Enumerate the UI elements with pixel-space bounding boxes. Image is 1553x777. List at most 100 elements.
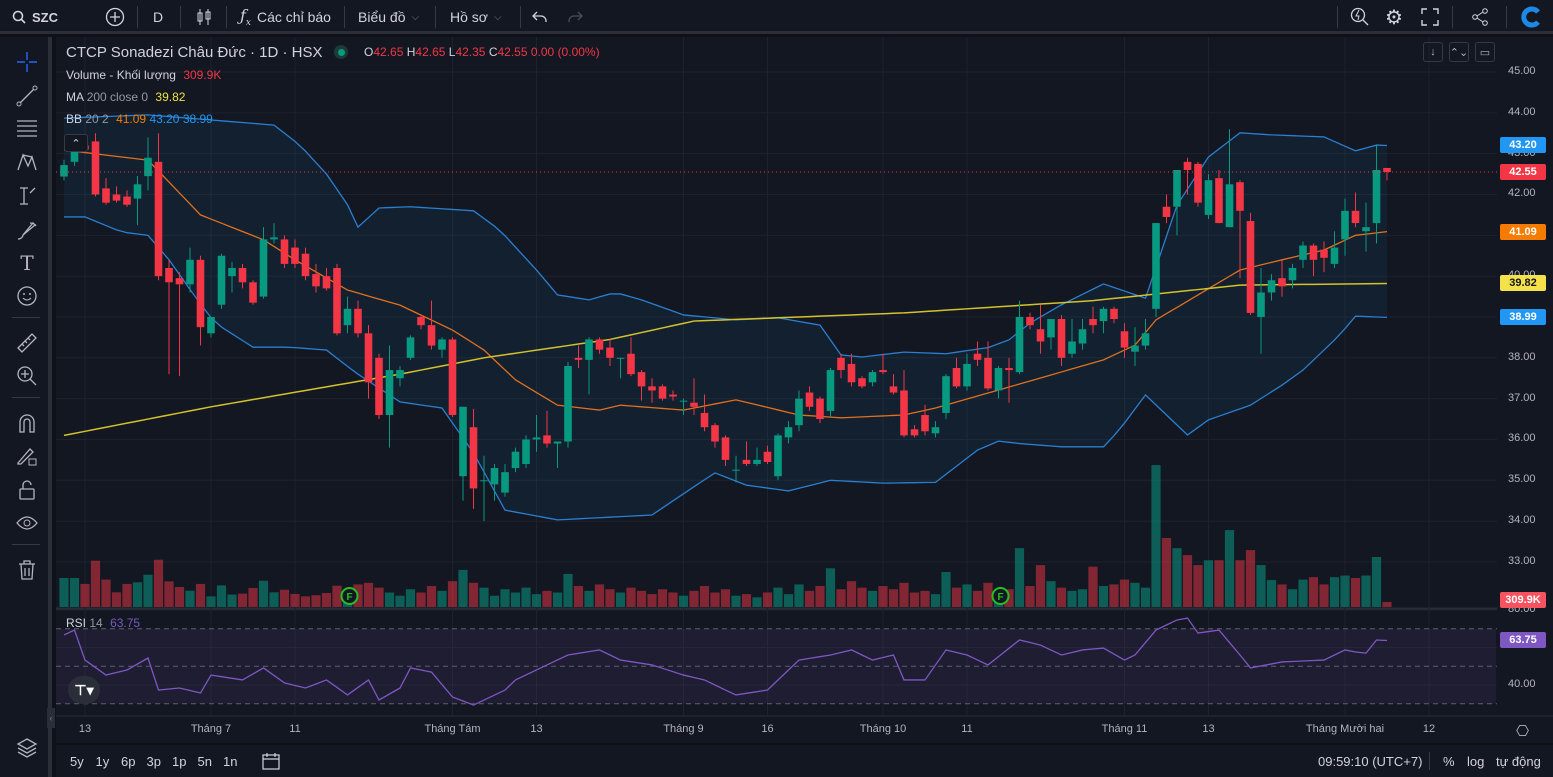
volume-bar xyxy=(300,596,311,607)
collapse-pane-button[interactable]: ⌃⌄ xyxy=(1449,42,1469,62)
candle-body xyxy=(994,368,1003,391)
candle-body xyxy=(322,276,331,289)
volume-bar xyxy=(248,587,258,607)
volume-bar xyxy=(710,592,720,607)
candle-body xyxy=(1047,319,1055,338)
time-tick-label: Tháng 10 xyxy=(859,723,907,735)
range-button-5y[interactable]: 5y xyxy=(70,754,84,769)
candle-body xyxy=(669,394,677,397)
candle-body xyxy=(238,267,247,283)
arrow-down-icon: ↓ xyxy=(1430,46,1436,58)
ma-params: 200 close 0 xyxy=(86,90,149,104)
range-button-6p[interactable]: 6p xyxy=(121,754,135,769)
market-status-indicator[interactable] xyxy=(334,45,348,59)
candle-body xyxy=(1225,184,1234,228)
volume-bar xyxy=(1329,577,1340,607)
volume-bar xyxy=(720,589,731,607)
close-label: C xyxy=(488,45,498,59)
candle-body xyxy=(648,386,656,391)
price-tick-label: 33.00 xyxy=(1508,554,1536,567)
candle-body xyxy=(1078,329,1087,344)
candle-body xyxy=(795,398,803,426)
collapse-legend-button[interactable]: ⌃ xyxy=(64,134,88,152)
range-button-3p[interactable]: 3p xyxy=(147,754,161,769)
volume-bar xyxy=(80,583,90,607)
bb-name: BB xyxy=(66,112,83,126)
maximize-pane-button[interactable]: ▭ xyxy=(1475,42,1495,62)
volume-bar xyxy=(689,590,699,607)
log-scale-toggle[interactable]: log xyxy=(1467,754,1484,769)
candle-body xyxy=(364,333,373,383)
bb-legend[interactable]: BB 20 2 41.09 43.20 38.99 xyxy=(66,112,213,126)
volume-bar xyxy=(1277,584,1287,607)
volume-bar xyxy=(521,587,531,607)
auto-scale-toggle[interactable]: tự động xyxy=(1496,754,1541,769)
axis-settings-button[interactable]: ⎔ xyxy=(1516,722,1529,740)
price-tick-label: 36.00 xyxy=(1508,432,1536,445)
candle-body xyxy=(154,161,163,277)
volume-bar xyxy=(1119,579,1130,607)
goto-date-button[interactable] xyxy=(261,751,281,774)
candle-body xyxy=(375,357,383,415)
candle-body xyxy=(1194,163,1202,203)
candle-body xyxy=(774,435,782,477)
candle-body xyxy=(910,429,919,436)
ma-value: 39.82 xyxy=(155,90,186,104)
candle-body xyxy=(711,425,719,442)
range-button-1n[interactable]: 1n xyxy=(223,754,237,769)
status-dot-icon xyxy=(337,48,345,56)
candle-body xyxy=(217,255,226,305)
ma-legend[interactable]: MA 200 close 0 39.82 xyxy=(66,90,185,104)
candle-body xyxy=(658,386,667,399)
volume-bar xyxy=(678,595,689,607)
candle-body xyxy=(1362,227,1370,232)
candle-body xyxy=(753,459,761,464)
volume-bar xyxy=(1361,575,1371,607)
volume-legend[interactable]: Volume - Khối lượng 309.9K xyxy=(66,68,221,82)
candle-body xyxy=(102,188,110,203)
range-button-1p[interactable]: 1p xyxy=(172,754,186,769)
volume-bar xyxy=(90,560,101,607)
candle-body xyxy=(354,308,362,334)
volume-bar xyxy=(605,589,615,607)
volume-bar xyxy=(773,587,783,607)
range-button-1y[interactable]: 1y xyxy=(96,754,110,769)
candle-body xyxy=(816,398,824,420)
candle-body xyxy=(1089,319,1097,326)
percent-scale-toggle[interactable]: % xyxy=(1443,754,1455,769)
candle-body xyxy=(259,239,268,297)
volume-bar xyxy=(552,592,563,607)
scroll-to-latest-button[interactable]: ↓ xyxy=(1423,42,1443,62)
volume-bar xyxy=(363,582,374,607)
symbol-title: CTCP Sonadezi Châu Đức · 1D · HSX xyxy=(66,44,323,61)
chart-canvas[interactable]: FF xyxy=(0,0,1553,745)
volume-bar xyxy=(531,594,542,607)
candle-body xyxy=(858,378,866,387)
range-button-5n[interactable]: 5n xyxy=(198,754,212,769)
volume-bar xyxy=(195,583,206,607)
volume-bar xyxy=(1266,580,1277,607)
volume-bar xyxy=(384,592,395,607)
candle-body xyxy=(511,451,520,469)
candle-body xyxy=(280,239,289,264)
candle-body xyxy=(879,370,887,373)
candle-body xyxy=(112,194,121,201)
candle-body xyxy=(921,414,929,432)
clock[interactable]: 09:59:10 (UTC+7) xyxy=(1318,754,1422,769)
candle-body xyxy=(427,325,436,346)
volume-bar xyxy=(626,587,636,607)
time-tick-label: Tháng 11 xyxy=(1101,723,1148,735)
volume-bar xyxy=(909,592,920,607)
rsi-legend[interactable]: RSI 14 63.75 xyxy=(66,616,140,630)
price-tick-label: 45.00 xyxy=(1508,65,1536,77)
candle-body xyxy=(1215,178,1223,224)
tradingview-logo[interactable]: ⊤▾ xyxy=(68,676,100,704)
price-tick-label: 38.00 xyxy=(1508,350,1536,363)
volume-bar xyxy=(437,590,447,607)
candle-body xyxy=(942,376,950,413)
candle-body xyxy=(784,427,793,438)
candle-body xyxy=(165,267,173,283)
volume-bar xyxy=(584,590,594,607)
candle-body xyxy=(207,316,215,334)
volume-bar xyxy=(1298,579,1308,607)
